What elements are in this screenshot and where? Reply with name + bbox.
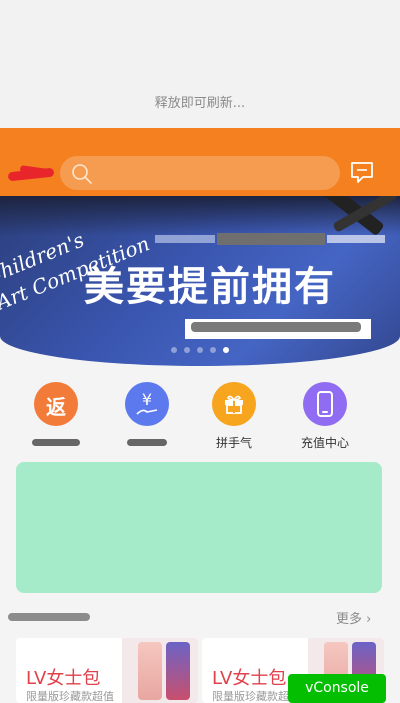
search-input[interactable] — [60, 156, 340, 190]
pull-to-refresh-area: 释放即可刷新... — [0, 0, 400, 128]
carousel-dot[interactable] — [197, 347, 203, 353]
gift-icon — [212, 382, 256, 426]
message-icon[interactable] — [349, 160, 375, 184]
product-subtitle: 限量版珍藏款超值 — [26, 690, 114, 703]
quick-entry-label: 拼手气 — [215, 436, 252, 450]
carousel-dot[interactable] — [210, 347, 216, 353]
chevron-right-icon: › — [366, 612, 372, 627]
promo-card[interactable] — [16, 462, 382, 593]
product-image — [122, 638, 198, 703]
phone-icon — [303, 382, 347, 426]
quick-entry-lucky[interactable]: 拼手气 — [194, 380, 274, 450]
quick-entry-cashback[interactable]: 返 — [16, 380, 96, 446]
section-title-redacted — [8, 613, 90, 621]
yuan-hand-icon: ¥ — [125, 382, 169, 426]
promo-banner[interactable]: Children's Art Competition 美要提前拥有 — [0, 196, 400, 366]
carousel-indicator[interactable] — [171, 347, 229, 353]
quick-entry-recharge[interactable]: 充值中心 — [285, 380, 365, 450]
search-icon — [72, 164, 92, 184]
product-card[interactable]: LV女士包 限量版珍藏款超值 — [16, 638, 198, 703]
quick-entry-row: 返 ¥ 拼手气 充值中心 — [0, 380, 400, 450]
banner-subtitle-redacted — [155, 233, 385, 245]
banner-title: 美要提前拥有 — [84, 264, 336, 310]
carousel-dot[interactable] — [184, 347, 190, 353]
quick-entry-label: 充值中心 — [300, 436, 349, 450]
carousel-dot-active[interactable] — [223, 347, 229, 353]
location-selector[interactable] — [7, 164, 56, 184]
vconsole-button[interactable]: vConsole — [288, 674, 386, 703]
top-header — [0, 128, 400, 196]
quick-entry-wallet[interactable]: ¥ — [107, 380, 187, 446]
section-header: 更多 › — [0, 607, 400, 627]
product-title: LV女士包 — [26, 668, 101, 689]
pull-refresh-text: 释放即可刷新... — [154, 96, 246, 111]
carousel-dot[interactable] — [171, 347, 177, 353]
more-link[interactable]: 更多 › — [336, 608, 371, 627]
product-title: LV女士包 — [212, 668, 287, 689]
return-icon: 返 — [34, 382, 78, 426]
banner-caption-redacted — [185, 319, 371, 339]
